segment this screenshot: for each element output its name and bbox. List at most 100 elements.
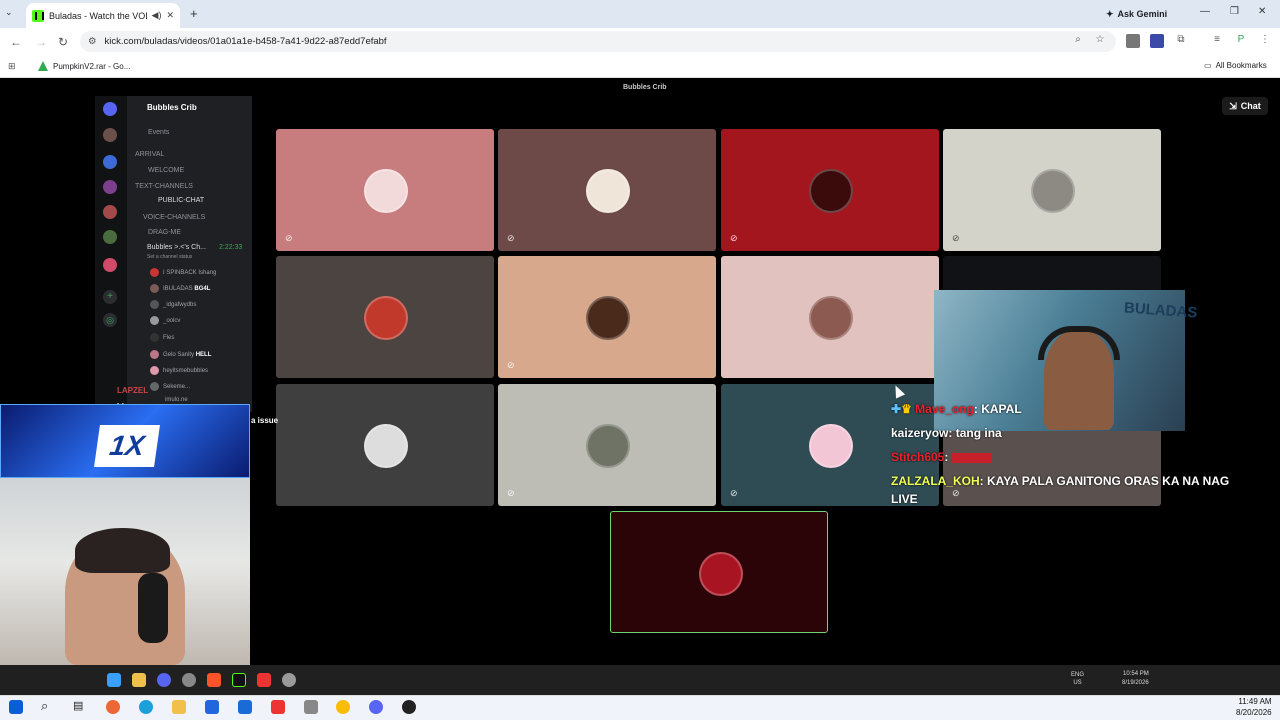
search-icon[interactable]: ⌕	[41, 698, 48, 714]
avatar	[364, 296, 408, 340]
maximize-icon[interactable]: ❐	[1230, 6, 1239, 17]
member-name: Gelo Sanity	[163, 352, 195, 359]
category-arrival: ARRIVAL	[135, 151, 165, 158]
app-icon	[182, 673, 196, 687]
voice-member: heyitsmebubbles	[150, 366, 209, 375]
discord-icon	[157, 673, 171, 687]
system-clock[interactable]: 11:49 AM 8/20/2026	[1236, 696, 1272, 718]
bookmark-item[interactable]: PumpkinV2.rar - Go...	[38, 61, 130, 71]
participant-tile[interactable]: ⊘	[498, 256, 716, 378]
member-name: heyitsmebubbles	[163, 368, 209, 375]
tab-list-icon[interactable]: ⌄	[5, 7, 13, 18]
edge-icon[interactable]	[139, 700, 153, 714]
avatar	[364, 169, 408, 213]
extension-icon[interactable]	[1126, 34, 1140, 48]
chrome-icon[interactable]	[336, 700, 350, 714]
participant-tile[interactable]: ⊘	[721, 129, 939, 251]
participant-tile[interactable]	[721, 256, 939, 378]
app-icon[interactable]	[304, 700, 318, 714]
drive-icon	[38, 61, 48, 71]
chat-text: KAYA PALA GANITONG ORAS KA NA NAG	[987, 474, 1230, 488]
all-bookmarks-button[interactable]: ▭ All Bookmarks	[1204, 61, 1267, 70]
crown-icon: ♛	[901, 402, 912, 416]
participant-tile[interactable]: ⊘	[498, 129, 716, 251]
server-icon	[103, 128, 117, 142]
chat-toggle-button[interactable]: ⇲ Chat	[1222, 97, 1268, 115]
url-text: kick.com/buladas/videos/01a01a1e-b458-7a…	[104, 36, 387, 47]
discord-icon[interactable]	[369, 700, 383, 714]
date: 8/20/2026	[1236, 708, 1272, 717]
avatar	[586, 296, 630, 340]
extensions-puzzle-icon[interactable]: ⧉	[1174, 34, 1188, 48]
server-icon	[103, 180, 117, 194]
copilot-icon[interactable]	[106, 700, 120, 714]
avatar	[809, 169, 853, 213]
bookmark-star-icon[interactable]: ☆	[1093, 34, 1107, 48]
voice-member: imulo.ne	[165, 397, 188, 403]
participant-tile[interactable]	[276, 256, 494, 378]
server-icon	[103, 230, 117, 244]
avatar	[809, 424, 853, 468]
server-name: Bubbles Crib	[147, 103, 197, 112]
voice-member: Sekeme...	[150, 382, 190, 391]
brave-icon	[207, 673, 221, 687]
zoom-icon[interactable]: ⌕	[1071, 34, 1085, 48]
browser-tab[interactable]: Buladas - Watch the VOD o ◀) ✕	[26, 3, 180, 28]
forward-icon[interactable]: →	[35, 35, 47, 49]
windows-start-icon[interactable]	[9, 700, 23, 714]
add-server-icon: +	[103, 290, 117, 304]
file-explorer-icon[interactable]	[172, 700, 186, 714]
participant-tile[interactable]: ⊘	[498, 384, 716, 506]
guest-webcam	[0, 478, 250, 665]
apps-icon[interactable]: ⊞	[8, 61, 16, 72]
voice-timer: 2:22:33	[219, 244, 243, 251]
minimize-icon[interactable]: —	[1200, 6, 1210, 17]
overlay-chat-message-cont: LIVE	[891, 492, 918, 506]
menu-icon[interactable]: ⋮	[1258, 34, 1272, 48]
chat-user: ZALZALA_KOH	[891, 474, 980, 488]
member-tag: HELL	[195, 352, 212, 359]
member-name: _oolcv	[163, 318, 181, 325]
reload-icon[interactable]: ↻	[58, 35, 68, 49]
site-info-icon[interactable]: ⚙	[88, 36, 97, 47]
discord-server-list	[95, 96, 127, 412]
extension-icon[interactable]	[1150, 34, 1164, 48]
back-icon[interactable]: ←	[10, 35, 22, 49]
store-icon[interactable]	[205, 700, 219, 714]
participant-tile-speaking[interactable]	[610, 511, 828, 633]
muted-icon: ⊘	[507, 488, 515, 498]
obs-icon[interactable]	[402, 700, 416, 714]
language-indicator: ENG US	[1071, 671, 1084, 687]
mail-icon[interactable]	[238, 700, 252, 714]
speaker-icon[interactable]: ◀)	[152, 10, 162, 21]
region: US	[1073, 680, 1082, 686]
participant-tile[interactable]: ⊘	[276, 129, 494, 251]
category-voice-channels: VOICE-CHANNELS	[143, 214, 206, 221]
sponsor-banner: 1X	[0, 404, 250, 478]
bookmark-label: PumpkinV2.rar - Go...	[53, 61, 131, 71]
task-view-icon[interactable]: ▤	[73, 699, 83, 712]
channel-welcome: WELCOME	[148, 167, 185, 174]
voice-member: _oolcv	[150, 316, 181, 325]
voice-member: I SPINBACK Ishang	[150, 268, 216, 277]
ask-gemini-button[interactable]: ✦ Ask Gemini	[1106, 6, 1167, 22]
profile-icon[interactable]: P	[1234, 34, 1248, 48]
address-bar[interactable]: ⚙ kick.com/buladas/videos/01a01a1e-b458-…	[80, 31, 1116, 52]
folder-icon: ▭	[1204, 61, 1212, 70]
partial-chat-user: LAPZEL	[117, 386, 149, 395]
chat-text: tang ina	[955, 426, 1002, 440]
app-icon[interactable]	[271, 700, 285, 714]
muted-icon: ⊘	[507, 360, 515, 370]
lang: ENG	[1071, 672, 1085, 678]
events-item: Events	[148, 129, 170, 136]
avatar	[150, 333, 159, 342]
close-window-icon[interactable]: ✕	[1258, 6, 1266, 17]
tab-title: Buladas - Watch the VOD o	[49, 10, 147, 21]
new-tab-button[interactable]: +	[190, 6, 198, 21]
gemini-label: Ask Gemini	[1117, 9, 1168, 19]
reading-list-icon[interactable]: ≡	[1210, 34, 1224, 48]
participant-tile[interactable]: ⊘	[943, 129, 1161, 251]
close-tab-icon[interactable]: ✕	[166, 10, 174, 21]
participant-tile[interactable]	[276, 384, 494, 506]
windows-start-icon	[107, 673, 121, 687]
